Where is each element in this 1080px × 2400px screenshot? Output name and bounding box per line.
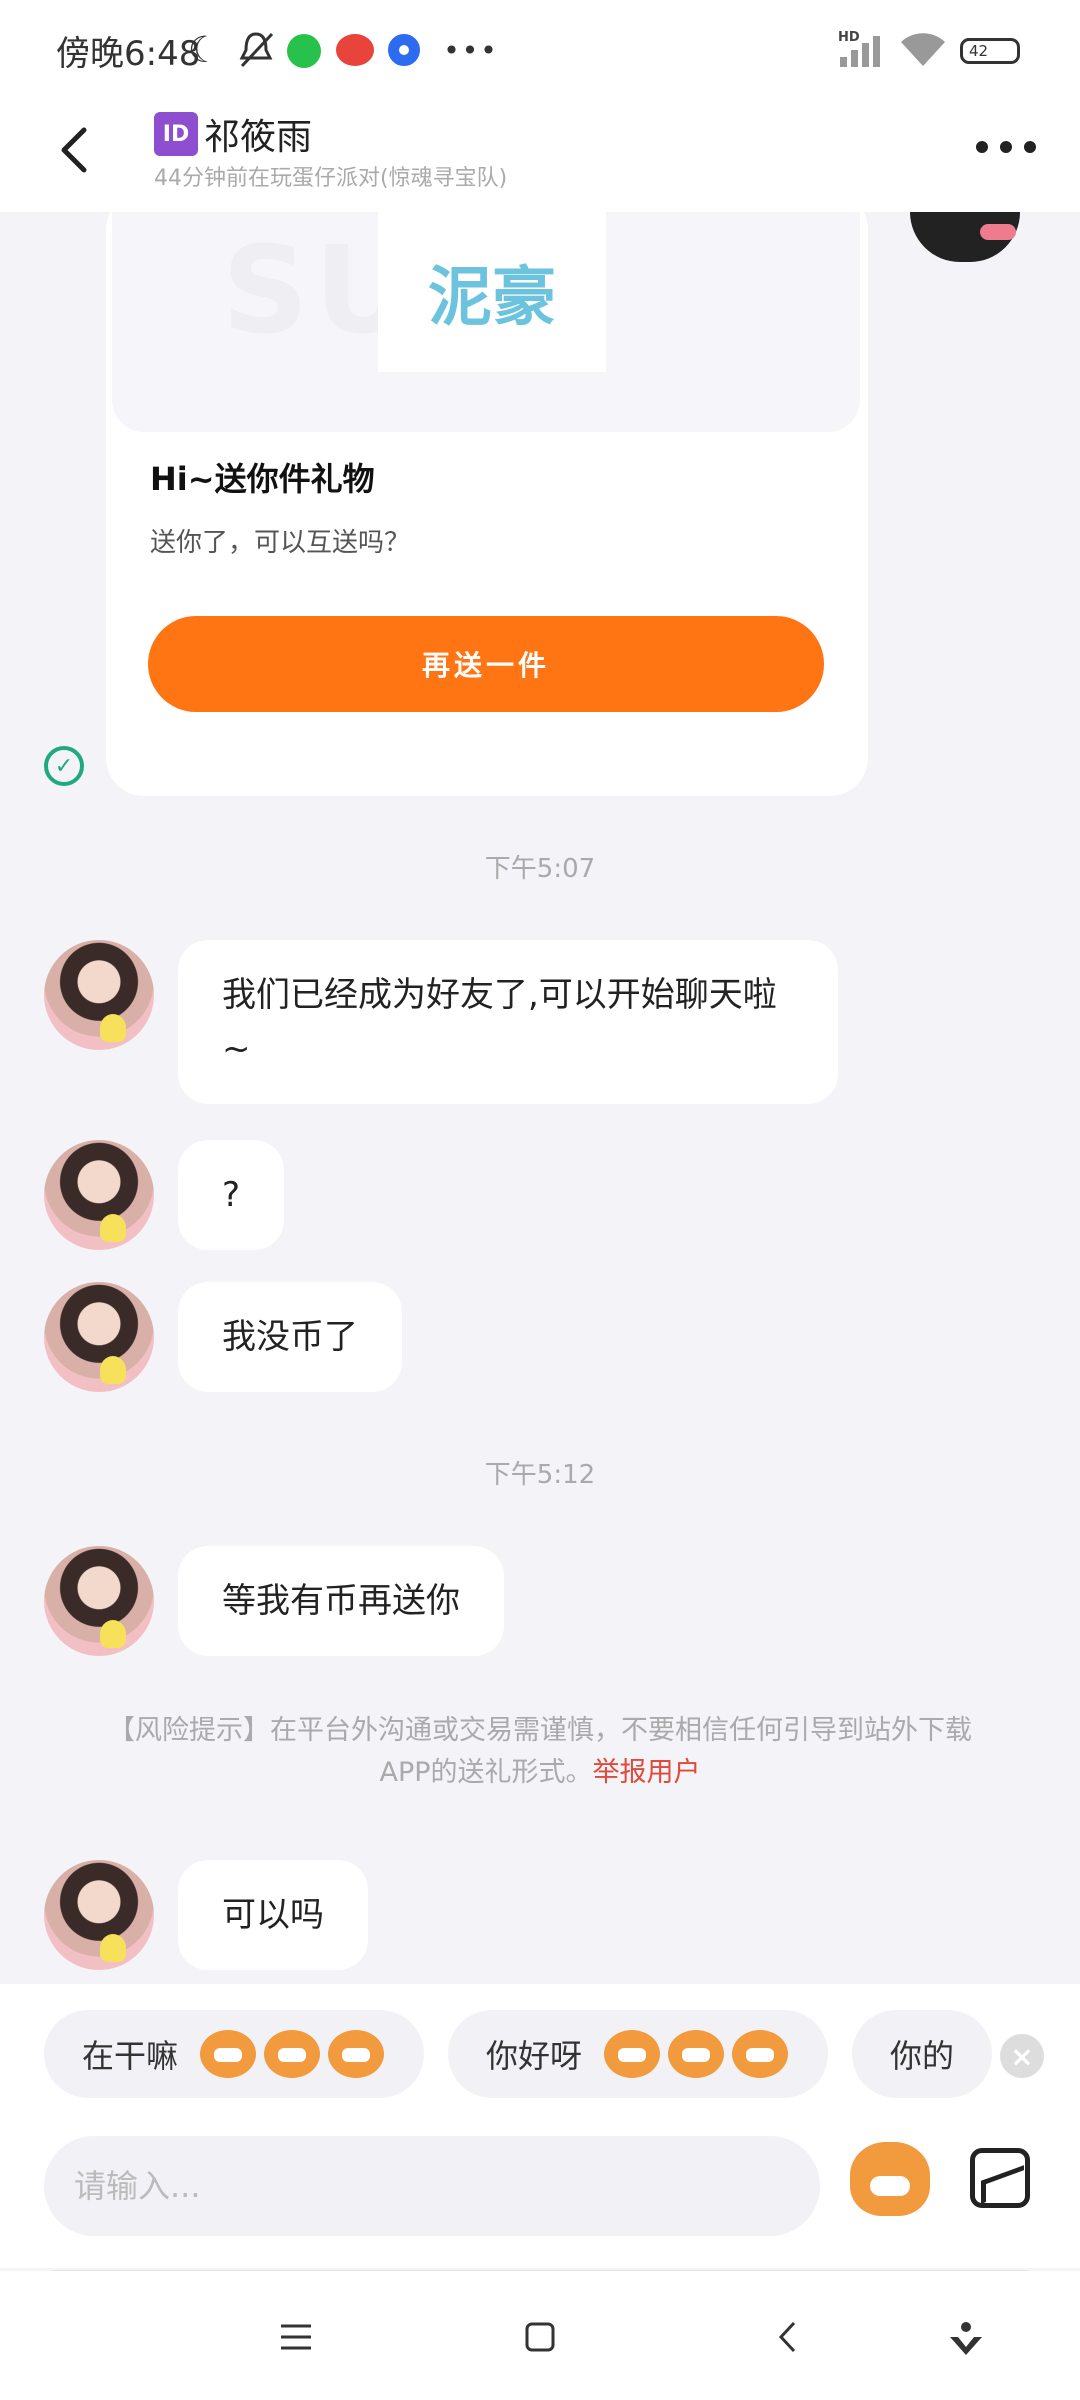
home-icon[interactable]	[510, 2307, 570, 2367]
message-input[interactable]	[44, 2136, 820, 2236]
gift-title: Hi~送你件礼物	[150, 460, 375, 498]
quick-reply-chip[interactable]: 你好呀	[448, 2010, 828, 2098]
contact-avatar[interactable]	[44, 940, 154, 1050]
chat-area[interactable]: SURE 泥豪 Hi~送你件礼物 送你了，可以互送吗？ 再送一件 ✓ 下午5:0…	[0, 212, 1080, 1984]
id-badge-icon: ID	[154, 112, 198, 156]
mascot-emoji-icon	[200, 2030, 257, 2078]
message-bubble[interactable]: 等我有币再送你	[178, 1546, 504, 1656]
more-dots-icon	[976, 141, 988, 153]
app-icon	[336, 34, 374, 66]
contact-status: 44分钟前在玩蛋仔派对(惊魂寻宝队)	[154, 166, 508, 191]
wifi-icon	[898, 30, 948, 70]
message-row: 我们已经成为好友了,可以开始聊天啦~	[44, 940, 838, 1104]
mascot-emoji-icon	[668, 2030, 725, 2078]
more-options-button[interactable]	[976, 132, 1036, 162]
my-avatar[interactable]	[910, 212, 1020, 262]
menu-icon[interactable]	[266, 2307, 326, 2367]
message-bubble[interactable]: 可以吗	[178, 1860, 368, 1970]
bell-muted-icon	[236, 30, 276, 70]
moon-icon: ☾	[187, 29, 221, 71]
message-row: 我没币了	[44, 1282, 402, 1392]
gift-description: 送你了，可以互送吗？	[150, 528, 411, 558]
quick-reply-text: 你的	[890, 2037, 955, 2075]
contact-avatar[interactable]	[44, 1140, 154, 1250]
message-bubble[interactable]: 我们已经成为好友了,可以开始聊天啦~	[178, 940, 838, 1104]
quick-reply-chip[interactable]: 在干嘛	[44, 2010, 424, 2098]
report-user-link[interactable]: 举报用户	[593, 1757, 701, 1788]
quick-reply-chip[interactable]: 你的	[852, 2010, 992, 2098]
message-row: ?	[44, 1140, 285, 1250]
mascot-emoji-icon	[604, 2030, 661, 2078]
battery-level: 42	[969, 42, 989, 60]
assistant-icon[interactable]	[936, 2307, 996, 2367]
message-row: 可以吗	[44, 1860, 368, 1970]
more-notifications-icon: •••	[443, 33, 499, 67]
message-bubble[interactable]: 我没币了	[178, 1282, 402, 1392]
input-bar	[0, 2108, 1080, 2268]
send-another-gift-button[interactable]: 再送一件	[148, 616, 824, 712]
mascot-emoji-icon	[328, 2030, 385, 2078]
risk-notice-text: 【风险提示】在平台外沟通或交易需谨慎，不要相信任何引导到站外下载APP的送礼形式…	[108, 1715, 972, 1788]
message-row: 等我有币再送你	[44, 1546, 504, 1656]
timestamp: 下午5:12	[484, 1460, 596, 1490]
chat-title[interactable]: ID 祁筱雨	[154, 108, 312, 160]
wechat-icon	[287, 34, 321, 68]
message-bubble[interactable]: ?	[178, 1140, 285, 1250]
mascot-icon[interactable]	[850, 2142, 930, 2216]
quick-reply-text: 你好呀	[486, 2037, 583, 2075]
status-bar: 傍晚6:48 ☾ ••• HD 42	[0, 0, 1080, 98]
back-nav-icon[interactable]	[758, 2307, 818, 2367]
gift-logo: 泥豪	[378, 212, 606, 372]
gift-card[interactable]: SURE 泥豪 Hi~送你件礼物 送你了，可以互送吗？ 再送一件	[106, 212, 868, 796]
system-nav-bar	[0, 2271, 1080, 2400]
mascot-emoji-icon	[264, 2030, 321, 2078]
app-icon	[388, 34, 420, 66]
chat-header: ID 祁筱雨 44分钟前在玩蛋仔派对(惊魂寻宝队)	[0, 98, 1080, 212]
timestamp: 下午5:07	[484, 854, 596, 884]
signal-icon	[838, 30, 886, 70]
gift-banner: SURE 泥豪	[112, 212, 860, 432]
battery-icon: 42	[960, 38, 1020, 64]
check-circle-icon: ✓	[44, 746, 84, 786]
close-icon[interactable]: ×	[1000, 2034, 1044, 2078]
status-time: 傍晚6:48	[56, 34, 201, 74]
back-button[interactable]	[46, 120, 102, 180]
contact-avatar[interactable]	[44, 1546, 154, 1656]
mascot-emoji-icon	[732, 2030, 789, 2078]
quick-reply-bar[interactable]: 在干嘛 你好呀 你的 ×	[0, 1984, 1080, 2108]
contact-avatar[interactable]	[44, 1860, 154, 1970]
quick-reply-text: 在干嘛	[82, 2037, 179, 2075]
back-arrow-icon	[61, 127, 87, 173]
contact-avatar[interactable]	[44, 1282, 154, 1392]
risk-notice: 【风险提示】在平台外沟通或交易需谨慎，不要相信任何引导到站外下载APP的送礼形式…	[90, 1710, 990, 1794]
image-icon[interactable]	[970, 2148, 1030, 2208]
contact-name: 祁筱雨	[204, 117, 313, 158]
